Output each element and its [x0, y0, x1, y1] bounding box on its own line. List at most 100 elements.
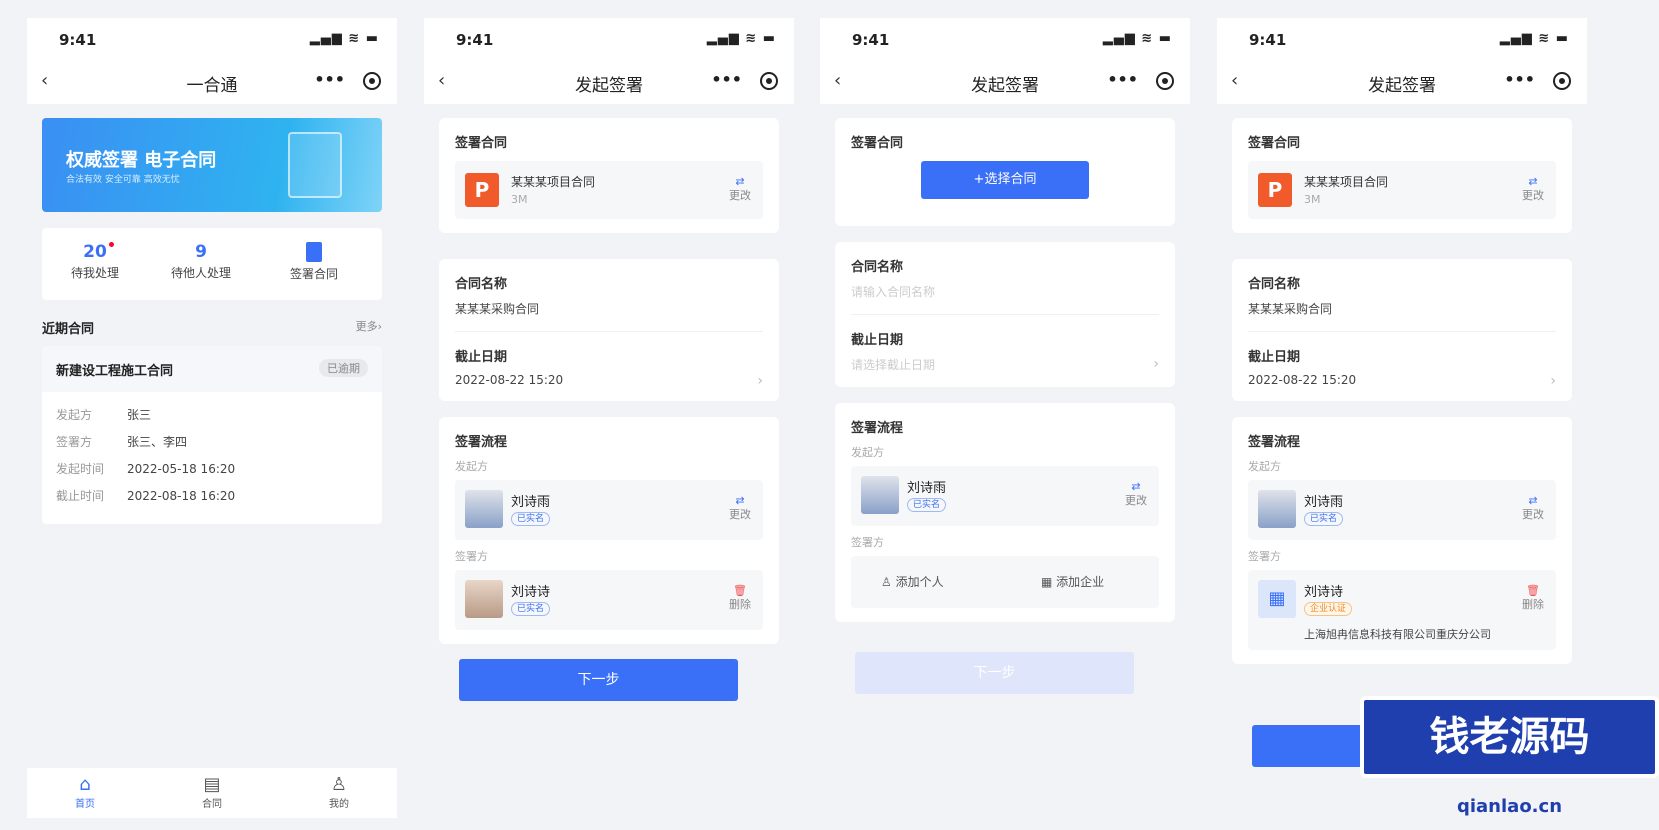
phone-initiate-filled: 9:41 ▂▄▆ ≋ ▬ ‹ 发起签署 ••• 签署合同 P 某某某项目合同 3…: [424, 18, 794, 818]
nav-bar: ‹ 发起签署 •••: [820, 60, 1190, 104]
capsule-close-icon[interactable]: [1553, 72, 1571, 90]
contract-file: P 某某某项目合同 3M ⇄ 更改: [1248, 161, 1556, 219]
file-size: 3M: [1304, 193, 1321, 206]
detail-key: 截止时间: [56, 489, 105, 503]
deadline-picker[interactable]: 请选择截止日期 ›: [851, 356, 1159, 373]
banner[interactable]: 权威签署 电子合同 合法有效 安全可靠 高效无忧: [42, 118, 382, 212]
stat-label: 待我处理: [70, 266, 119, 280]
add-person-button[interactable]: ♙ 添加个人: [881, 573, 944, 590]
contract-header: 新建设工程施工合同 已逾期: [42, 346, 382, 392]
stat-sign-contract[interactable]: 签署合同: [254, 242, 374, 282]
swap-icon: ⇄: [735, 175, 745, 188]
signer-company-row: ▦ 刘诗诗 企业认证 上海旭冉信息科技有限公司重庆分公司 🗑 删除: [1248, 570, 1556, 650]
nav-bar: ‹ 一合通 •••: [27, 60, 397, 104]
tab-label: 我的: [329, 799, 349, 810]
contract-name-input[interactable]: 请输入合同名称: [851, 283, 1159, 300]
building-icon: ▦: [1041, 575, 1057, 589]
status-bar: 9:41 ▂▄▆ ≋ ▬: [424, 18, 794, 60]
initiator-label: 发起方: [851, 446, 884, 459]
tab-home[interactable]: ⌂ 首页: [55, 774, 115, 810]
avatar: [465, 490, 503, 528]
initiator-row: 刘诗雨 已实名 ⇄ 更改: [455, 480, 763, 540]
contract-name-field[interactable]: 某某某采购合同: [455, 300, 763, 317]
detail-key: 发起方: [56, 408, 93, 422]
avatar: [465, 580, 503, 618]
change-button[interactable]: ⇄ 更改: [729, 494, 751, 522]
add-company-label: 添加企业: [1056, 575, 1105, 589]
trash-icon: 🗑: [1526, 584, 1540, 597]
watermark: 钱老源码 qianlao.cn: [1360, 686, 1659, 830]
more-link[interactable]: 更多›: [356, 318, 382, 334]
more-icon[interactable]: •••: [711, 70, 742, 89]
process-card: 签署流程 发起方 刘诗雨 已实名 ⇄ 更改 签署方 刘诗诗 已实名 🗑 删除: [439, 417, 779, 644]
field-label: 截止日期: [851, 333, 904, 348]
verified-badge: 已实名: [511, 512, 551, 526]
section-title: 签署流程: [455, 435, 508, 450]
tab-mine[interactable]: ♙ 我的: [309, 774, 369, 810]
signer-label: 签署方: [1248, 550, 1281, 563]
change-label: 更改: [1125, 494, 1147, 507]
sign-contract-card: 签署合同 P 某某某项目合同 3M ⇄ 更改: [1232, 118, 1572, 233]
contract-name: 新建设工程施工合同: [56, 364, 174, 379]
file-name: 某某某项目合同: [511, 175, 596, 189]
tab-bar: ⌂ 首页 ▤ 合同 ♙ 我的: [27, 768, 397, 818]
section-title: 签署合同: [455, 136, 508, 151]
status-bar: 9:41 ▂▄▆ ≋ ▬: [27, 18, 397, 60]
status-bar: 9:41 ▂▄▆ ≋ ▬: [1217, 18, 1587, 60]
tab-contract[interactable]: ▤ 合同: [182, 774, 242, 810]
status-icons: ▂▄▆ ≋ ▬: [1499, 31, 1569, 46]
change-label: 更改: [729, 189, 751, 202]
section-title: 签署合同: [1248, 136, 1301, 151]
process-card: 签署流程 发起方 刘诗雨 已实名 ⇄ 更改 签署方 ♙ 添加个人 ▦ 添加企业: [835, 403, 1175, 622]
capsule-close-icon[interactable]: [760, 72, 778, 90]
status-icons: ▂▄▆ ≋ ▬: [1102, 31, 1172, 46]
change-button[interactable]: ⇄ 更改: [1522, 175, 1544, 203]
stat-pending-others[interactable]: 9 待他人处理: [148, 242, 254, 281]
trash-icon: 🗑: [733, 584, 747, 597]
initiator-row: 刘诗雨 已实名 ⇄ 更改: [851, 466, 1159, 526]
person-name: 刘诗诗: [511, 585, 551, 600]
more-icon[interactable]: •••: [314, 70, 345, 89]
stats-card: 20 待我处理 9 待他人处理 签署合同: [42, 228, 382, 300]
change-label: 更改: [729, 508, 751, 521]
more-icon[interactable]: •••: [1107, 70, 1138, 89]
contract-info-card: 合同名称 某某某采购合同 截止日期 2022-08-22 15:20 ›: [439, 259, 779, 401]
person-name: 刘诗雨: [511, 495, 551, 510]
contract-name-field[interactable]: 某某某采购合同: [1248, 300, 1556, 317]
deadline-field[interactable]: 2022-08-22 15:20 ›: [455, 373, 763, 389]
more-icon[interactable]: •••: [1504, 70, 1535, 89]
sign-contract-card: 签署合同 +选择合同: [835, 118, 1175, 226]
sign-contract-card: 签署合同 P 某某某项目合同 3M ⇄ 更改: [439, 118, 779, 233]
deadline-field[interactable]: 2022-08-22 15:20 ›: [1248, 373, 1556, 389]
detail-value: 张三、李四: [127, 435, 188, 449]
verified-badge: 已实名: [1304, 512, 1344, 526]
person-name: 刘诗雨: [1304, 495, 1344, 510]
capsule-close-icon[interactable]: [1156, 72, 1174, 90]
tab-label: 合同: [202, 799, 222, 810]
contract-file: P 某某某项目合同 3M ⇄ 更改: [455, 161, 763, 219]
stat-label: 签署合同: [289, 267, 338, 281]
deadline-placeholder: 请选择截止日期: [851, 358, 936, 372]
next-button[interactable]: 下一步: [459, 659, 738, 701]
delete-button[interactable]: 🗑 删除: [729, 584, 751, 612]
add-company-button[interactable]: ▦ 添加企业: [1041, 573, 1104, 590]
document-icon: ▤: [203, 774, 221, 795]
change-button[interactable]: ⇄ 更改: [1125, 480, 1147, 508]
contract-info-card: 合同名称 某某某采购合同 截止日期 2022-08-22 15:20 ›: [1232, 259, 1572, 401]
change-button[interactable]: ⇄ 更改: [1522, 494, 1544, 522]
next-button-disabled[interactable]: 下一步: [855, 652, 1134, 694]
stat-pending-me[interactable]: 20 待我处理: [42, 242, 148, 281]
field-label: 合同名称: [1248, 277, 1301, 292]
change-button[interactable]: ⇄ 更改: [729, 175, 751, 203]
select-contract-button[interactable]: +选择合同: [921, 161, 1089, 199]
contract-card[interactable]: 新建设工程施工合同 已逾期 发起方 张三 签署方 张三、李四 发起时间 2022-05…: [42, 346, 382, 524]
section-title: 签署流程: [851, 421, 904, 436]
change-label: 更改: [1522, 508, 1544, 521]
signer-label: 签署方: [455, 550, 488, 563]
chevron-right-icon: ›: [1153, 356, 1159, 372]
capsule-close-icon[interactable]: [363, 72, 381, 90]
status-bar: 9:41 ▂▄▆ ≋ ▬: [820, 18, 1190, 60]
document-sign-icon: [306, 242, 322, 262]
delete-button[interactable]: 🗑 删除: [1522, 584, 1544, 612]
banner-subtitle: 合法有效 安全可靠 高效无忧: [66, 175, 180, 185]
